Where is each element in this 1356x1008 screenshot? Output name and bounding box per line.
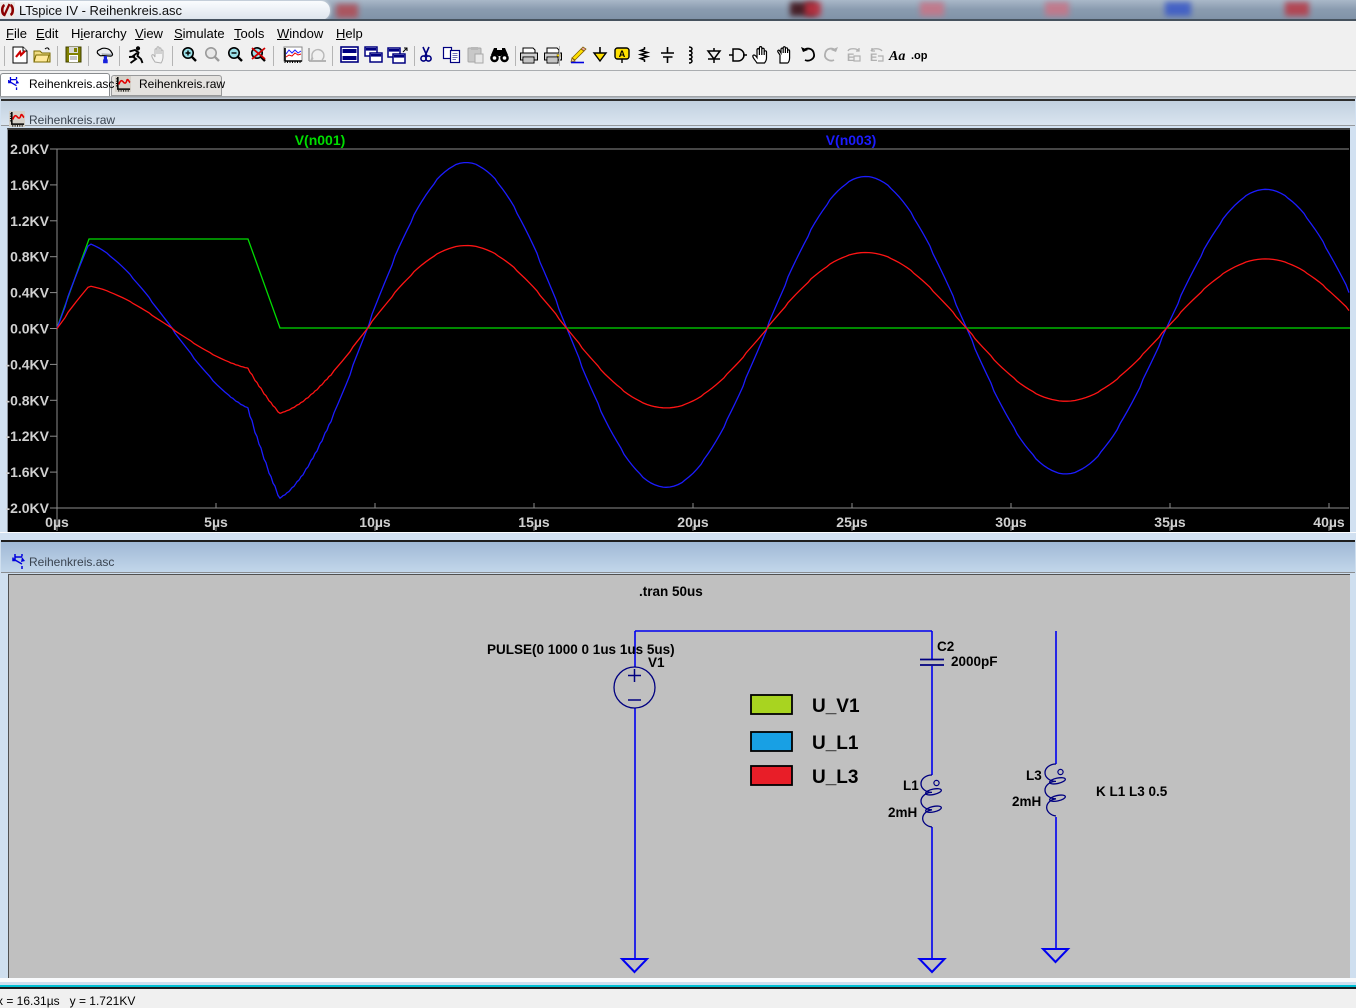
svg-text:.tran 50us: .tran 50us	[639, 584, 703, 599]
svg-text:L3: L3	[1026, 768, 1042, 783]
svg-text:C2: C2	[937, 639, 954, 654]
svg-text:V1: V1	[648, 655, 665, 670]
svg-text:U_V1: U_V1	[812, 696, 860, 717]
svg-text:L1: L1	[903, 778, 919, 793]
svg-text:2mH: 2mH	[1012, 794, 1041, 809]
svg-text:2000pF: 2000pF	[951, 654, 998, 669]
svg-text:U_L1: U_L1	[812, 733, 859, 754]
svg-text:PULSE(0 1000 0 1us 1us 5us): PULSE(0 1000 0 1us 1us 5us)	[487, 642, 675, 657]
svg-text:U_L3: U_L3	[812, 767, 858, 788]
svg-text:K L1 L3 0.5: K L1 L3 0.5	[1096, 784, 1168, 799]
svg-text:2mH: 2mH	[888, 805, 917, 820]
